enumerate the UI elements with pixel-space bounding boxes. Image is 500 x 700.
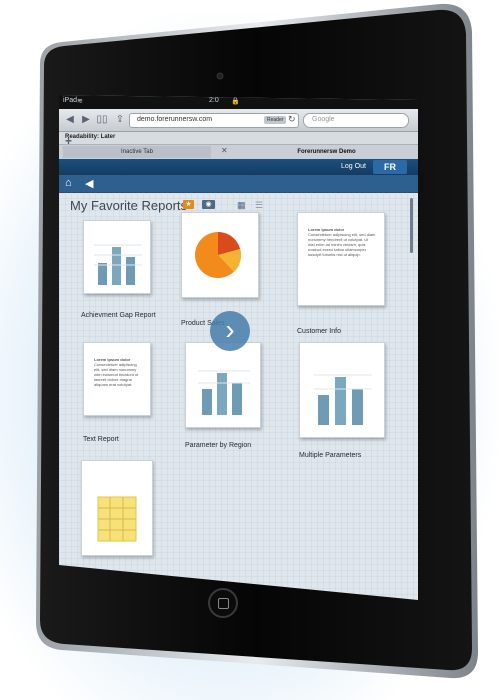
next-arrow-button[interactable]: › (210, 311, 250, 351)
back-arrow-icon[interactable]: ◀ (63, 113, 77, 126)
url-text: demo.forerunnersw.com (137, 116, 213, 123)
report-label: Text Report (83, 436, 119, 443)
reader-button[interactable]: Reader (264, 116, 287, 124)
bookmarks-icon[interactable]: ▯▯ (95, 113, 109, 126)
document-text: Lorem ipsum dolor Consectetuer adipiscin… (94, 357, 139, 387)
close-icon[interactable]: ✕ (221, 146, 228, 155)
status-clock: 2:0 (209, 97, 219, 104)
scrollbar[interactable] (410, 198, 413, 253)
grid-view-icon[interactable]: ▦ (237, 200, 246, 211)
bar-chart-icon (185, 342, 261, 428)
logout-button[interactable]: Log Out (341, 163, 366, 170)
page-title: My Favorite Reports (70, 198, 188, 213)
list-view-icon[interactable]: ☰ (255, 200, 263, 211)
text-document-icon: Lorem ipsum dolor Consectetuer adipiscin… (83, 342, 151, 416)
tab-inactive[interactable]: Inactive Tab (63, 146, 211, 158)
bar-chart-icon (83, 220, 151, 294)
share-icon[interactable]: ⇪ (113, 113, 127, 126)
readability-bar: Readability: Later + (59, 132, 418, 148)
report-label: Customer Info (297, 328, 341, 335)
search-placeholder: Google (312, 116, 335, 123)
back-icon[interactable]: ◀ (85, 177, 93, 190)
camera-icon[interactable]: ◉ (202, 200, 215, 209)
home-square-icon (218, 598, 229, 609)
pie-chart-icon (181, 212, 259, 298)
reports-content: My Favorite Reports ★ ◉ ▦ ☰ Achievment G… (59, 192, 418, 600)
carrier-label: iPad (63, 97, 78, 104)
browser-toolbar: ◀ ▶ ▯▯ ⇪ demo.forerunnersw.com Reader ↻ … (59, 109, 418, 132)
app-header: Log Out FR (59, 159, 418, 175)
wifi-icon: ≋ (77, 98, 83, 105)
url-bar[interactable]: demo.forerunnersw.com Reader ↻ (129, 113, 299, 128)
report-label: Parameter by Region (185, 442, 252, 449)
tab-active[interactable]: Forerunnersw Demo (239, 146, 414, 158)
lock-icon: 🔒 (231, 98, 240, 105)
bar-chart-icon (299, 342, 385, 438)
search-input[interactable]: Google (303, 113, 409, 128)
text-document-icon: Lorem ipsum dolor Consectetuer adipiscin… (297, 212, 385, 306)
browser-tabs: Inactive Tab ✕ Forerunnersw Demo (59, 145, 418, 160)
home-icon[interactable]: ⌂ (65, 177, 72, 189)
reload-icon[interactable]: ↻ (288, 114, 296, 125)
ipad-home-button[interactable] (208, 588, 238, 618)
app-nav-bar: ⌂ ◀ (59, 175, 418, 193)
document-text: Lorem ipsum dolor Consectetuer adipiscin… (308, 227, 376, 257)
ipad-screen: iPad ≋ 2:0 🔒 ◀ ▶ ▯▯ ⇪ demo.forerunnersw.… (59, 95, 418, 600)
app-logo: FR (373, 160, 407, 174)
report-label: Achievment Gap Report (81, 312, 156, 319)
forward-arrow-icon[interactable]: ▶ (79, 113, 93, 126)
favorites-icon[interactable]: ★ (183, 200, 194, 209)
spreadsheet-icon (81, 460, 153, 556)
report-label: Multiple Parameters (299, 452, 362, 459)
